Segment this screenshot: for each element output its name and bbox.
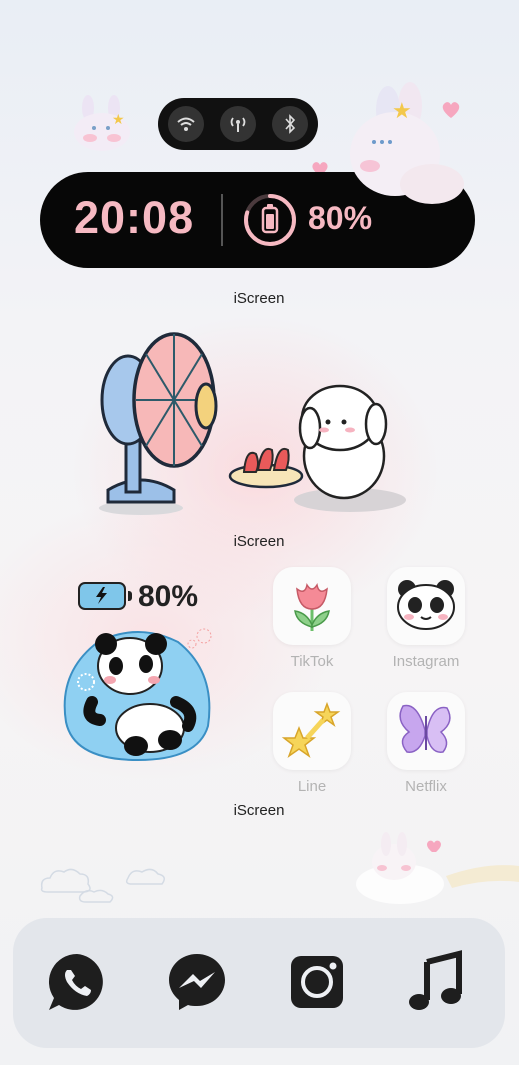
dock-app-whatsapp[interactable]	[45, 950, 109, 1014]
app-label-tiktok: TikTok	[290, 653, 334, 670]
tulip-icon	[294, 583, 330, 631]
messenger-icon	[169, 954, 225, 1010]
dock-app-music[interactable]	[405, 950, 469, 1014]
bluetooth-toggle[interactable]	[272, 106, 308, 142]
widget-divider	[221, 194, 223, 246]
wifi-icon	[177, 117, 195, 131]
camera-icon	[291, 956, 343, 1008]
lightning-icon	[96, 587, 107, 604]
fan-puppy-illustration[interactable]	[96, 330, 416, 520]
app-tiktok[interactable]	[273, 567, 351, 645]
cellular-toggle[interactable]	[220, 106, 256, 142]
widget-caption: iScreen	[233, 802, 285, 819]
bluetooth-icon	[285, 114, 296, 134]
stars-icon	[281, 701, 341, 758]
bunny-cloud-sticker-icon	[356, 832, 519, 904]
cloud-outline-icon	[40, 868, 165, 903]
panda-face-icon	[397, 580, 455, 630]
app-label-instagram: Instagram	[392, 653, 460, 670]
battery-badge-icon	[78, 582, 126, 610]
cellular-icon	[230, 117, 246, 132]
dock-app-camera[interactable]	[285, 950, 349, 1014]
widget-caption: iScreen	[233, 290, 285, 307]
app-line[interactable]	[273, 692, 351, 770]
battery-nub	[128, 591, 132, 601]
svg-text:★: ★	[392, 98, 412, 123]
app-label-netflix: Netflix	[405, 778, 447, 795]
clock-time: 20:08	[74, 192, 195, 243]
widget-caption: iScreen	[233, 533, 285, 550]
svg-text:★: ★	[112, 111, 125, 127]
butterfly-icon	[399, 704, 451, 753]
app-label-line: Line	[297, 778, 327, 795]
dock	[13, 918, 505, 1048]
bunny-3d-sticker-icon: ★	[350, 82, 464, 204]
panda-beanbag-illustration[interactable]	[58, 622, 218, 762]
whatsapp-icon	[48, 954, 103, 1010]
battery-widget-percent: 80%	[138, 580, 199, 613]
wifi-toggle[interactable]	[168, 106, 204, 142]
bunny-sticker-icon: ★	[74, 95, 130, 151]
app-netflix[interactable]	[387, 692, 465, 770]
dock-app-messenger[interactable]	[165, 950, 229, 1014]
connectivity-pill	[158, 98, 318, 150]
app-instagram[interactable]	[387, 567, 465, 645]
battery-ring-icon	[244, 194, 296, 246]
music-note-icon	[409, 950, 462, 1010]
